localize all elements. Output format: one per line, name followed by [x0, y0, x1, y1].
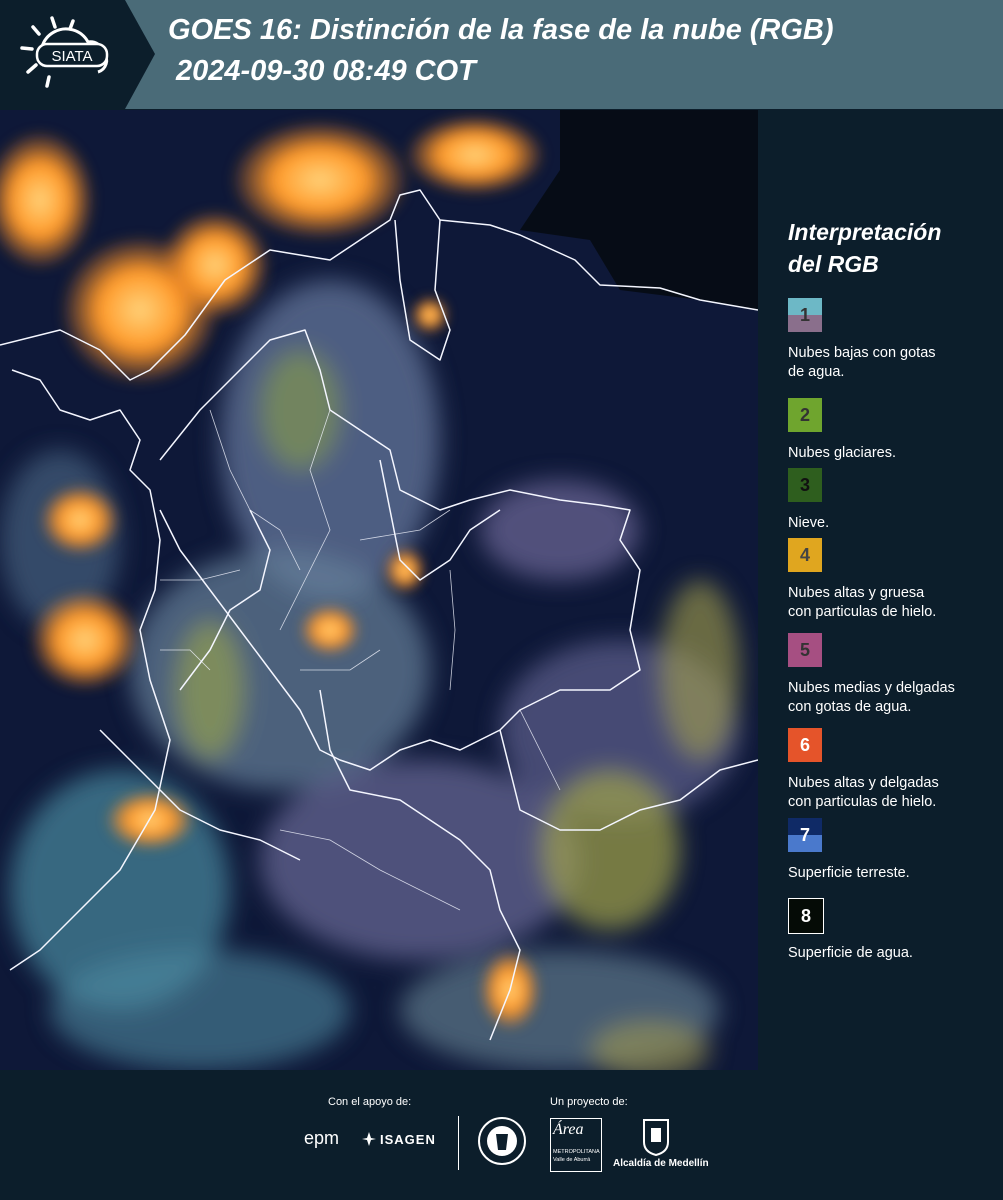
legend-number: 3 [799, 474, 810, 495]
legend-label-5: Nubes medias y delgadas con gotas de agua… [788, 680, 955, 715]
legend-label-7: Superficie terreste. [788, 865, 910, 881]
legend-swatch-8: 8 [788, 898, 824, 934]
legend-label-6: Nubes altas y delgadas con particulas de … [788, 775, 939, 810]
legend-swatch-6: 6 [788, 728, 822, 762]
legend-swatch-2: 2 [788, 398, 822, 432]
area-metropolitana-logo: Área METROPOLITANA Valle de Aburrá [550, 1118, 602, 1172]
epm-logo: epm [304, 1128, 340, 1148]
legend-label-3: Nieve. [788, 515, 830, 531]
seal-icon [478, 1116, 526, 1166]
legend-number: 8 [800, 905, 811, 926]
legend-number: 1 [799, 304, 810, 325]
legend-number: 5 [799, 639, 810, 660]
page-title: GOES 16: Distinción de la fase de la nub… [168, 14, 834, 46]
timestamp: 2024-09-30 08:49 COT [176, 55, 476, 87]
legend-number: 2 [799, 404, 810, 425]
siata-logo: SIATA [0, 0, 155, 109]
legend-number: 6 [799, 734, 810, 755]
alcaldia-logo: Alcaldía de Medellín [613, 1158, 709, 1169]
isagen-logo: ISAGEN [380, 1132, 436, 1147]
legend-label-4: Nubes altas y gruesa con particulas de hi… [788, 585, 937, 620]
isagen-icon [361, 1131, 377, 1147]
legend-swatch-4: 4 [788, 538, 822, 572]
footer: Con el apoyo de: Un proyecto de: epm ISA… [0, 1070, 1003, 1200]
legend-number: 4 [799, 544, 810, 565]
project-label: Un proyecto de: [550, 1096, 628, 1108]
legend-label-1: Nubes bajas con gotas de agua. [788, 345, 936, 380]
alcaldia-shield-icon [642, 1118, 670, 1157]
support-label: Con el apoyo de: [328, 1096, 412, 1108]
legend-swatch-5: 5 [788, 633, 822, 667]
legend-swatch-7: 7 [788, 818, 822, 852]
legend-swatch-3: 3 [788, 468, 822, 502]
legend-label-8: Superficie de agua. [788, 945, 913, 961]
divider [458, 1116, 459, 1170]
satellite-map [0, 110, 758, 1070]
svg-text:SIATA: SIATA [51, 48, 92, 65]
legend-label-2: Nubes glaciares. [788, 445, 896, 461]
header-bar: SIATA GOES 16: Distinción de la fase de … [0, 0, 1003, 109]
legend-swatch-1: 1 [788, 298, 822, 332]
legend-title: Interpretación del RGB [788, 219, 942, 277]
legend-number: 7 [799, 824, 810, 845]
